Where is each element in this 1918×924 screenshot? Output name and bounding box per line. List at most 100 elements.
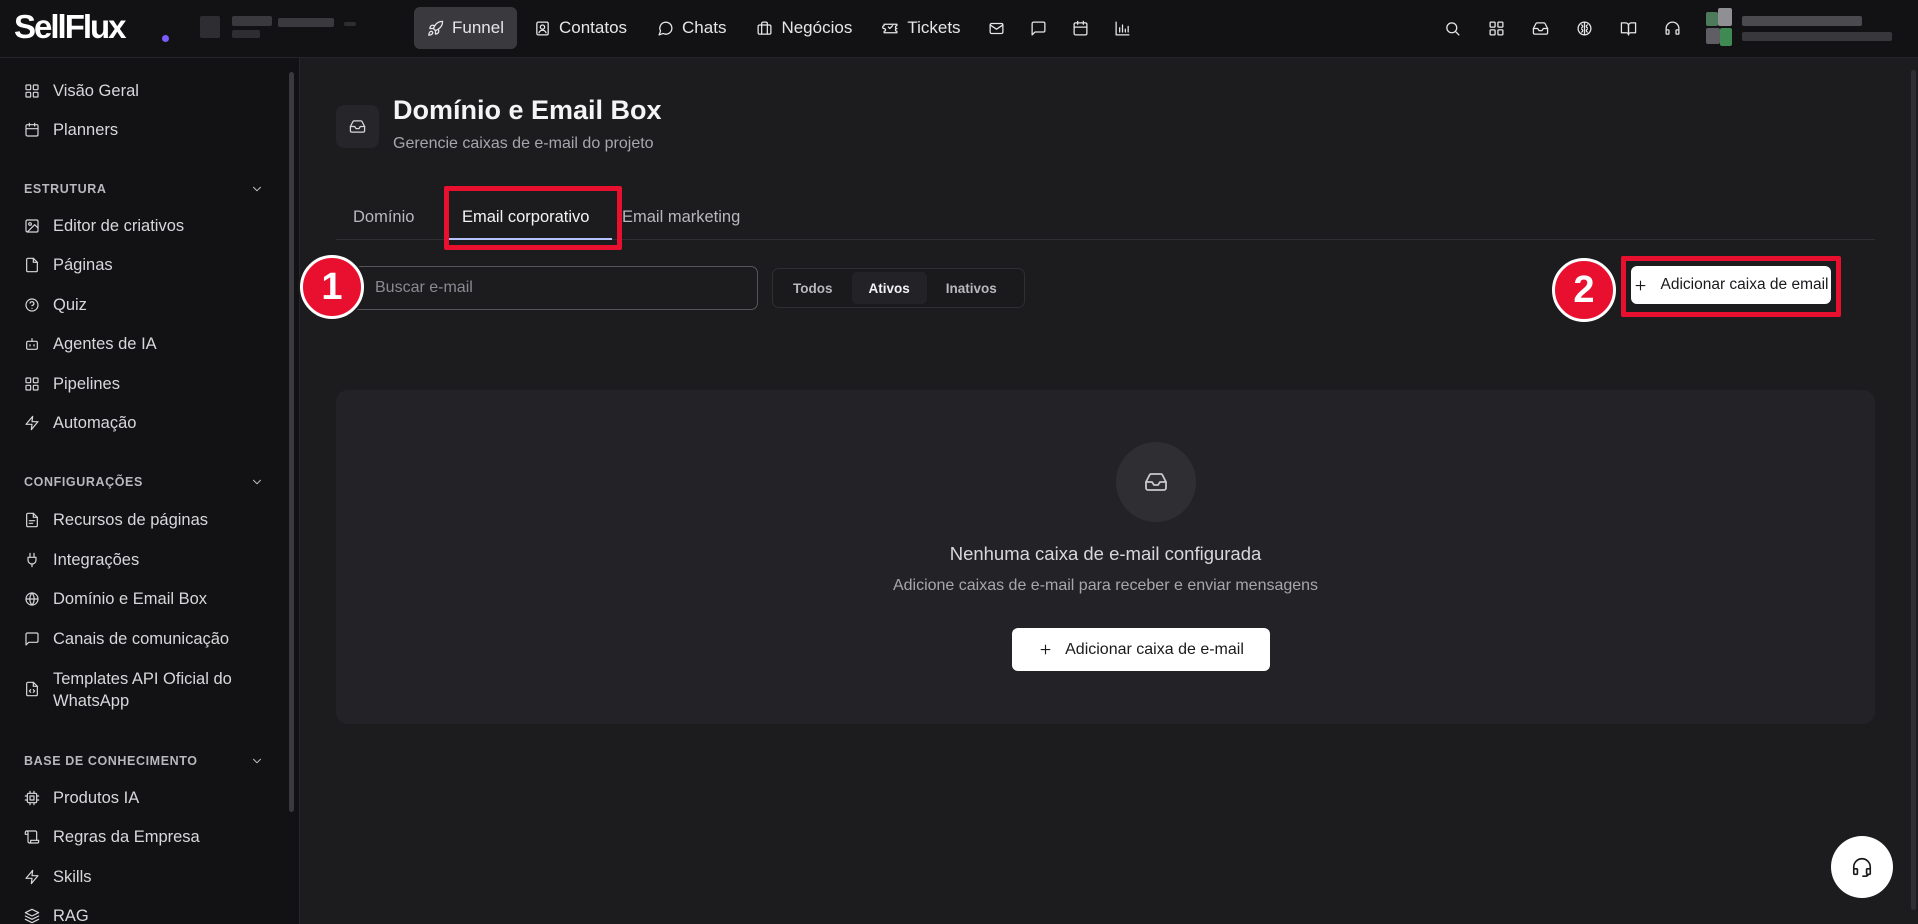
ai-button[interactable] — [1562, 8, 1606, 48]
active-tab-indicator — [446, 238, 612, 240]
scroll-icon — [24, 826, 40, 845]
empty-state-title: Nenhuma caixa de e-mail configurada — [949, 543, 1262, 564]
sidebar-item-automacao[interactable]: Automação — [24, 412, 136, 434]
plug-icon — [24, 549, 40, 568]
filter-inativos[interactable]: Inativos — [929, 272, 1014, 304]
search-field[interactable] — [336, 266, 758, 310]
nav-calendar-button[interactable] — [1062, 7, 1100, 49]
user-menu-blurred[interactable] — [1706, 8, 1896, 48]
zap-icon — [24, 412, 40, 431]
section-title: BASE DE CONHECIMENTO — [24, 754, 198, 768]
sidebar-item-label: Editor de criativos — [53, 217, 185, 235]
support-button[interactable] — [1650, 8, 1694, 48]
empty-add-mailbox-button[interactable]: Adicionar caixa de e-mail — [1012, 628, 1270, 671]
sellflux-logo[interactable]: SellFlux — [14, 8, 127, 46]
sidebar-item-label: Recursos de páginas — [53, 511, 209, 529]
sidebar-item-label: Canais de comunicação — [53, 630, 230, 648]
filter-ativos[interactable]: Ativos — [851, 272, 927, 304]
empty-state-subtitle: Adicione caixas de e-mail para receber e… — [892, 577, 1319, 594]
sidebar-item-integracoes[interactable]: Integrações — [24, 549, 139, 571]
search-input[interactable] — [375, 279, 735, 297]
sidebar-item-skills[interactable]: Skills — [24, 866, 92, 888]
sidebar-item-editor-de-criativos[interactable]: Editor de criativos — [24, 215, 184, 237]
section-configuracoes[interactable]: CONFIGURAÇÕES — [24, 475, 264, 489]
add-mailbox-button[interactable]: Adicionar caixa de email — [1631, 266, 1831, 304]
sidebar-item-quiz[interactable]: Quiz — [24, 294, 87, 316]
top-right-toolbar — [1430, 0, 1918, 56]
briefcase-icon — [756, 20, 773, 37]
help-circle-icon — [24, 294, 40, 313]
nav-contatos[interactable]: Contatos — [521, 7, 640, 49]
sidebar-item-label: Domínio e Email Box — [53, 590, 208, 608]
grid-icon — [24, 373, 40, 392]
main-scrollbar[interactable] — [1911, 58, 1916, 924]
chat-bubble-icon — [657, 20, 674, 37]
nav-contatos-label: Contatos — [558, 18, 628, 37]
message-square-icon — [1030, 20, 1047, 37]
sidebar-item-produtos-ia[interactable]: Produtos IA — [24, 787, 139, 809]
message-square-icon — [24, 628, 40, 647]
nav-negocios-label: Negócios — [781, 18, 853, 37]
image-edit-icon — [24, 215, 40, 234]
search-button[interactable] — [1430, 8, 1474, 48]
logo-dot — [162, 35, 169, 42]
tab-email-marketing[interactable]: Email marketing — [622, 195, 740, 240]
nav-negocios[interactable]: Negócios — [743, 7, 865, 49]
add-mailbox-label: Adicionar caixa de email — [1660, 276, 1829, 293]
sidebar-item-recursos-de-paginas[interactable]: Recursos de páginas — [24, 509, 208, 531]
calendar-icon — [1072, 20, 1089, 37]
nav-chats[interactable]: Chats — [644, 7, 739, 49]
main-scrollbar-thumb[interactable] — [1911, 70, 1916, 910]
section-estrutura[interactable]: ESTRUTURA — [24, 182, 264, 196]
tab-dominio[interactable]: Domínio — [353, 195, 414, 240]
section-title: CONFIGURAÇÕES — [24, 475, 143, 489]
nav-reports-button[interactable] — [1104, 7, 1142, 49]
sidebar-item-canais-de-comunicacao[interactable]: Canais de comunicação — [24, 628, 229, 650]
support-chat-button[interactable] — [1831, 836, 1893, 898]
docs-button[interactable] — [1606, 8, 1650, 48]
section-title: ESTRUTURA — [24, 182, 107, 196]
sidebar-item-planners[interactable]: Planners — [24, 119, 118, 141]
step-marker-2: 2 — [1552, 258, 1616, 322]
chevron-down-icon — [250, 754, 264, 768]
nav-messages-button[interactable] — [1020, 7, 1058, 49]
status-filter: Todos Ativos Inativos — [772, 268, 1025, 308]
filter-todos[interactable]: Todos — [776, 272, 850, 304]
nav-funnel[interactable]: Funnel — [414, 7, 517, 49]
sidebar-scrollbar[interactable] — [289, 72, 294, 812]
sidebar-item-paginas[interactable]: Páginas — [24, 254, 113, 276]
sidebar-item-visao-geral[interactable]: Visão Geral — [24, 80, 139, 102]
nav-mail-button[interactable] — [978, 7, 1016, 49]
sidebar-item-label: Páginas — [53, 256, 113, 274]
empty-state-card: Nenhuma caixa de e-mail configurada Adic… — [336, 390, 1875, 724]
sidebar-item-dominio-e-email-box[interactable]: Domínio e Email Box — [24, 588, 207, 610]
empty-state-icon — [1116, 442, 1196, 522]
chevron-down-icon — [250, 475, 264, 489]
plus-icon — [1038, 642, 1053, 657]
cpu-icon — [24, 787, 40, 806]
file-code-icon — [24, 678, 40, 697]
nav-tickets[interactable]: Tickets — [869, 7, 973, 49]
project-selector-blurred[interactable] — [196, 12, 386, 44]
sidebar-item-label: Agentes de IA — [53, 335, 157, 353]
apps-button[interactable] — [1474, 8, 1518, 48]
section-base-de-conhecimento[interactable]: BASE DE CONHECIMENTO — [24, 754, 264, 768]
sidebar-item-regras-da-empresa[interactable]: Regras da Empresa — [24, 826, 200, 848]
rocket-icon — [427, 20, 444, 37]
tab-email-corporativo[interactable]: Email corporativo — [462, 195, 589, 240]
globe-icon — [24, 588, 40, 607]
sidebar-item-label: Automação — [53, 414, 137, 432]
file-icon — [24, 254, 40, 273]
bar-chart-icon — [1114, 20, 1131, 37]
plus-icon — [1633, 278, 1648, 293]
sidebar-item-pipelines[interactable]: Pipelines — [24, 373, 120, 395]
sidebar-item-templates-api[interactable]: Templates API Oficial do WhatsApp — [24, 668, 232, 712]
nav-chats-label: Chats — [682, 18, 727, 37]
mail-icon — [988, 20, 1005, 37]
inbox-button[interactable] — [1518, 8, 1562, 48]
sidebar: Visão Geral Planners ESTRUTURA Editor de… — [0, 58, 300, 924]
sidebar-item-agentes-de-ia[interactable]: Agentes de IA — [24, 333, 157, 355]
zap-icon — [24, 866, 40, 885]
sidebar-item-rag[interactable]: RAG — [24, 905, 89, 924]
top-bar: SellFlux Funnel Contatos Chats Negócios … — [0, 0, 1918, 58]
